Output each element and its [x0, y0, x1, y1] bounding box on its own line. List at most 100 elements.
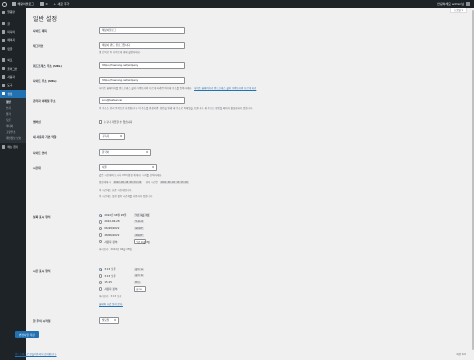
date-format-label: 날짜 표시 형식: [33, 215, 51, 219]
settings-submenu: 일반 쓰기 읽기 토론 미디어 고유주소 개인정보 보호: [0, 97, 26, 143]
sidebar-item-label: 미디어: [7, 29, 15, 34]
site-title-input[interactable]: 해랑이블로그: [99, 27, 185, 34]
membership-label: 멤버십: [33, 120, 41, 124]
format-code: H:i: [134, 280, 141, 284]
timezone-standard-note: 이 시간대는 표준 시간대입니다.: [99, 189, 133, 192]
settings-icon: [2, 92, 6, 96]
option-label: 사용자 정의:: [104, 288, 119, 292]
collapse-icon: [2, 145, 6, 149]
radio-button[interactable]: [99, 274, 103, 278]
radio-button[interactable]: [99, 213, 103, 218]
sidebar-item-dashboard[interactable]: 알림판: [0, 8, 26, 16]
timezone-select[interactable]: 서울 ▼: [99, 164, 157, 171]
plugin-icon: [2, 66, 6, 71]
option-label: 2022년 06월 28일: [104, 214, 127, 218]
help-tab[interactable]: 도움말 ▾: [450, 8, 467, 13]
default-role-label: 새 사용자 기본 역할: [33, 135, 57, 139]
chevron-down-icon: ▼: [146, 150, 148, 154]
tagline-description: 몇 단어로 이 사이트에 대해 설명하세요.: [99, 51, 141, 54]
sidebar-item-users[interactable]: 사용자: [0, 73, 26, 81]
date-time-doc-link[interactable]: 날짜와 시간 형식 문서.: [99, 303, 123, 306]
time-format-option[interactable]: 3:15 오후 g:i a: [99, 266, 146, 273]
user-icon: [2, 75, 6, 79]
preview-label: 미리보기:: [99, 295, 110, 299]
new-content-link[interactable]: + 새로 추가: [50, 2, 72, 6]
save-changes-button[interactable]: 변경사항 저장: [15, 331, 39, 338]
brush-icon: [2, 58, 6, 62]
sidebar-item-label: 알림판: [7, 10, 15, 15]
local-time: 2022-06-28 15:15:26: [159, 180, 189, 184]
sidebar-item-tools[interactable]: 도구: [0, 81, 26, 89]
time-format-label: 시간 표시 형식: [33, 269, 51, 273]
radio-button[interactable]: [99, 226, 103, 231]
sidebar-item-label: 댓글: [7, 46, 13, 51]
time-format-option[interactable]: 15:15 H:i: [99, 279, 146, 286]
admin-email-input[interactable]: son@testserver: [99, 97, 185, 104]
site-language-select[interactable]: 한국어 ▼: [99, 149, 151, 156]
format-code: Y년 m월 d일: [134, 213, 151, 218]
site-title-label: 사이트 제목: [33, 29, 47, 33]
radio-button[interactable]: [99, 287, 103, 291]
scrollbar-thumb[interactable]: [471, 10, 474, 350]
date-format-option[interactable]: 2022-06-28 Y-m-d: [99, 219, 150, 226]
pin-icon: [2, 21, 6, 26]
sidebar-item-label: 사용자: [7, 74, 15, 79]
time-format-option-custom[interactable]: 사용자 정의: g:i a: [99, 286, 147, 293]
week-start-label: 한 주의 시작일: [33, 319, 51, 323]
custom-date-format-input[interactable]: Y년 m월 d일: [134, 238, 150, 245]
wp-address-input[interactable]: https://haerang.net/wdpeny: [99, 62, 185, 69]
sidebar-item-label: 페이지: [7, 38, 15, 43]
site-address-input[interactable]: https://haerang.net/wdpeny: [99, 77, 185, 84]
sidebar-item-plugins[interactable]: 플러그인: [0, 64, 26, 72]
utc-label: 협정세계시:: [99, 181, 112, 184]
admin-email-label: 관리자 이메일 주소: [33, 99, 56, 103]
default-role-select[interactable]: 구독자 ▼: [99, 133, 125, 140]
collapse-label: 메뉴 접기: [7, 145, 19, 150]
preview-label: 미리보기:: [99, 247, 110, 251]
footer-version: 버전 6.0: [456, 353, 466, 356]
default-role-value: 구독자: [102, 135, 110, 139]
radio-button[interactable]: [99, 239, 103, 244]
custom-time-format-input[interactable]: g:i a: [134, 286, 147, 292]
radio-button[interactable]: [99, 267, 103, 272]
footer-thanks: 워드프레스로 만들어주셔서 감사합니다.: [15, 352, 57, 356]
submenu-privacy[interactable]: 개인정보 보호: [0, 135, 26, 141]
date-format-option[interactable]: 2022년 06월 28일 Y년 m월 d일: [99, 212, 151, 219]
timezone-label: 시간대: [33, 166, 41, 170]
membership-checkbox-row[interactable]: 누구나 가입할 수 있습니다: [99, 120, 132, 124]
comments-link[interactable]: 0: [37, 2, 50, 6]
tagline-label: 태그라인: [33, 44, 44, 48]
preview-value: 2022년 06월 28일: [110, 247, 132, 251]
timezone-value: 서울: [102, 166, 107, 170]
footer: 워드프레스로 만들어주셔서 감사합니다. 버전 6.0: [15, 352, 466, 356]
date-format-option[interactable]: 06/28/2022 m/d/Y: [99, 225, 150, 232]
week-start-select[interactable]: 월요일 ▼: [99, 317, 119, 324]
sidebar-item-appearance[interactable]: 외모: [0, 56, 26, 64]
wordpress-logo-icon[interactable]: [0, 0, 9, 8]
radio-button[interactable]: [99, 233, 103, 237]
membership-checkbox[interactable]: [99, 120, 103, 124]
date-format-options: 2022년 06월 28일 Y년 m월 d일 2022-06-28 Y-m-d 06…: [99, 212, 151, 251]
footer-wordpress-link[interactable]: 워드프레스로 만들어주셔서 감사합니다.: [15, 353, 57, 356]
sidebar-item-media[interactable]: 미디어: [0, 28, 26, 36]
site-language-value: 한국어: [102, 151, 110, 155]
tagline-input[interactable]: 해랑이 워드 블로그입니다: [99, 42, 185, 49]
collapse-menu-button[interactable]: 메뉴 접기: [0, 143, 26, 151]
time-format-options: 3:15 오후 g:i a 3:15 오후 g:i A 15:15 H:i 사용자 정…: [99, 266, 147, 306]
timezone-dst-note: 이 시간대는 일광 절약 시간제를 사용하지 않습니다.: [99, 195, 153, 198]
date-format-option-custom[interactable]: 사용자 정의: Y년 m월 d일: [99, 238, 150, 245]
sidebar-item-posts[interactable]: 글: [0, 19, 26, 27]
sidebar-item-label: 설정: [7, 91, 13, 96]
option-label: 28/06/2022: [104, 233, 120, 237]
sidebar-item-pages[interactable]: 페이지: [0, 36, 26, 44]
sidebar-item-settings[interactable]: 설정: [0, 89, 26, 98]
site-address-label: 사이트 주소 (URL): [33, 79, 57, 83]
radio-button[interactable]: [99, 220, 103, 224]
site-address-help-link[interactable]: 사이트 홈페이지가 워드프레스 설치 디렉토리와 다르게 하기: [194, 86, 256, 90]
site-name-link[interactable]: 해랑이블로그: [9, 2, 37, 6]
radio-button[interactable]: [99, 280, 103, 285]
time-format-option[interactable]: 3:15 오후 g:i A: [99, 273, 146, 280]
sidebar-item-comments[interactable]: 댓글: [0, 45, 26, 53]
date-format-option[interactable]: 28/06/2022 d/m/Y: [99, 232, 150, 239]
account-menu[interactable]: 안녕하세요 admin님: [437, 2, 474, 6]
